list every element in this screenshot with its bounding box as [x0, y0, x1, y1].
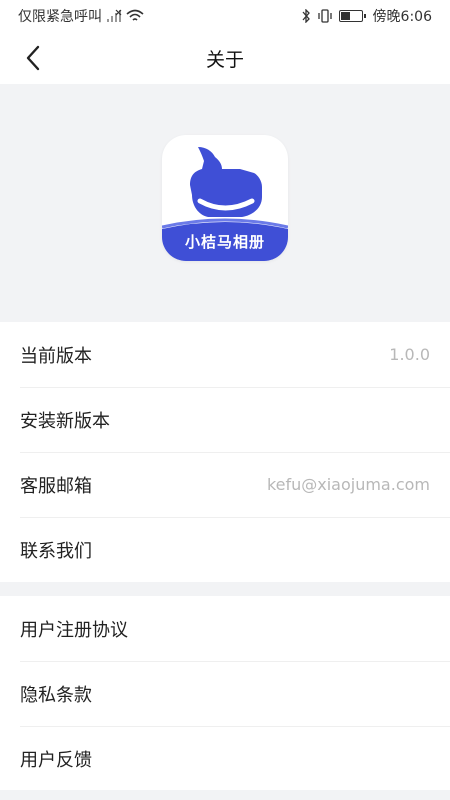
email-value: kefu@xiaojuma.com: [266, 475, 430, 494]
contact-us-row[interactable]: 联系我们: [0, 517, 450, 582]
settings-group-1: 当前版本 1.0.0 安装新版本 客服邮箱 kefu@xiaojuma.com …: [0, 322, 450, 582]
carrier-text: 仅限紧急呼叫: [18, 9, 102, 25]
bluetooth-icon: [301, 9, 311, 23]
status-right: 傍晚6:06: [301, 6, 432, 26]
wifi-icon: [126, 9, 144, 23]
status-left: 仅限紧急呼叫: [18, 6, 144, 26]
battery-icon: [338, 10, 366, 22]
app-info-hero: 小桔马相册: [0, 84, 450, 322]
install-new-version-row[interactable]: 安装新版本: [0, 387, 450, 452]
privacy-policy-row[interactable]: 隐私条款: [0, 661, 450, 726]
back-button[interactable]: [16, 40, 52, 76]
row-label: 联系我们: [20, 540, 92, 562]
current-version-row[interactable]: 当前版本 1.0.0: [0, 322, 450, 387]
row-label: 隐私条款: [20, 684, 92, 706]
status-time: 傍晚6:06: [372, 9, 432, 25]
chevron-left-icon: [26, 45, 40, 71]
row-label: 客服邮箱: [20, 475, 92, 497]
version-value: 1.0.0: [389, 345, 430, 364]
status-bar: 仅限紧急呼叫 傍晚6:06: [0, 0, 450, 32]
nav-bar: 关于: [0, 32, 450, 84]
row-label: 安装新版本: [20, 410, 110, 432]
user-agreement-row[interactable]: 用户注册协议: [0, 596, 450, 661]
user-feedback-row[interactable]: 用户反馈: [0, 726, 450, 791]
support-email-row[interactable]: 客服邮箱 kefu@xiaojuma.com: [0, 452, 450, 517]
settings-group-2: 用户注册协议 隐私条款 用户反馈: [0, 596, 450, 790]
row-label: 当前版本: [20, 345, 92, 367]
app-logo: 小桔马相册: [162, 135, 288, 261]
vibrate-icon: [317, 9, 333, 23]
row-label: 用户注册协议: [20, 619, 128, 641]
row-label: 用户反馈: [20, 749, 92, 771]
signal-icon: [106, 9, 122, 23]
app-name-text: 小桔马相册: [184, 233, 265, 251]
page-title: 关于: [205, 48, 244, 71]
